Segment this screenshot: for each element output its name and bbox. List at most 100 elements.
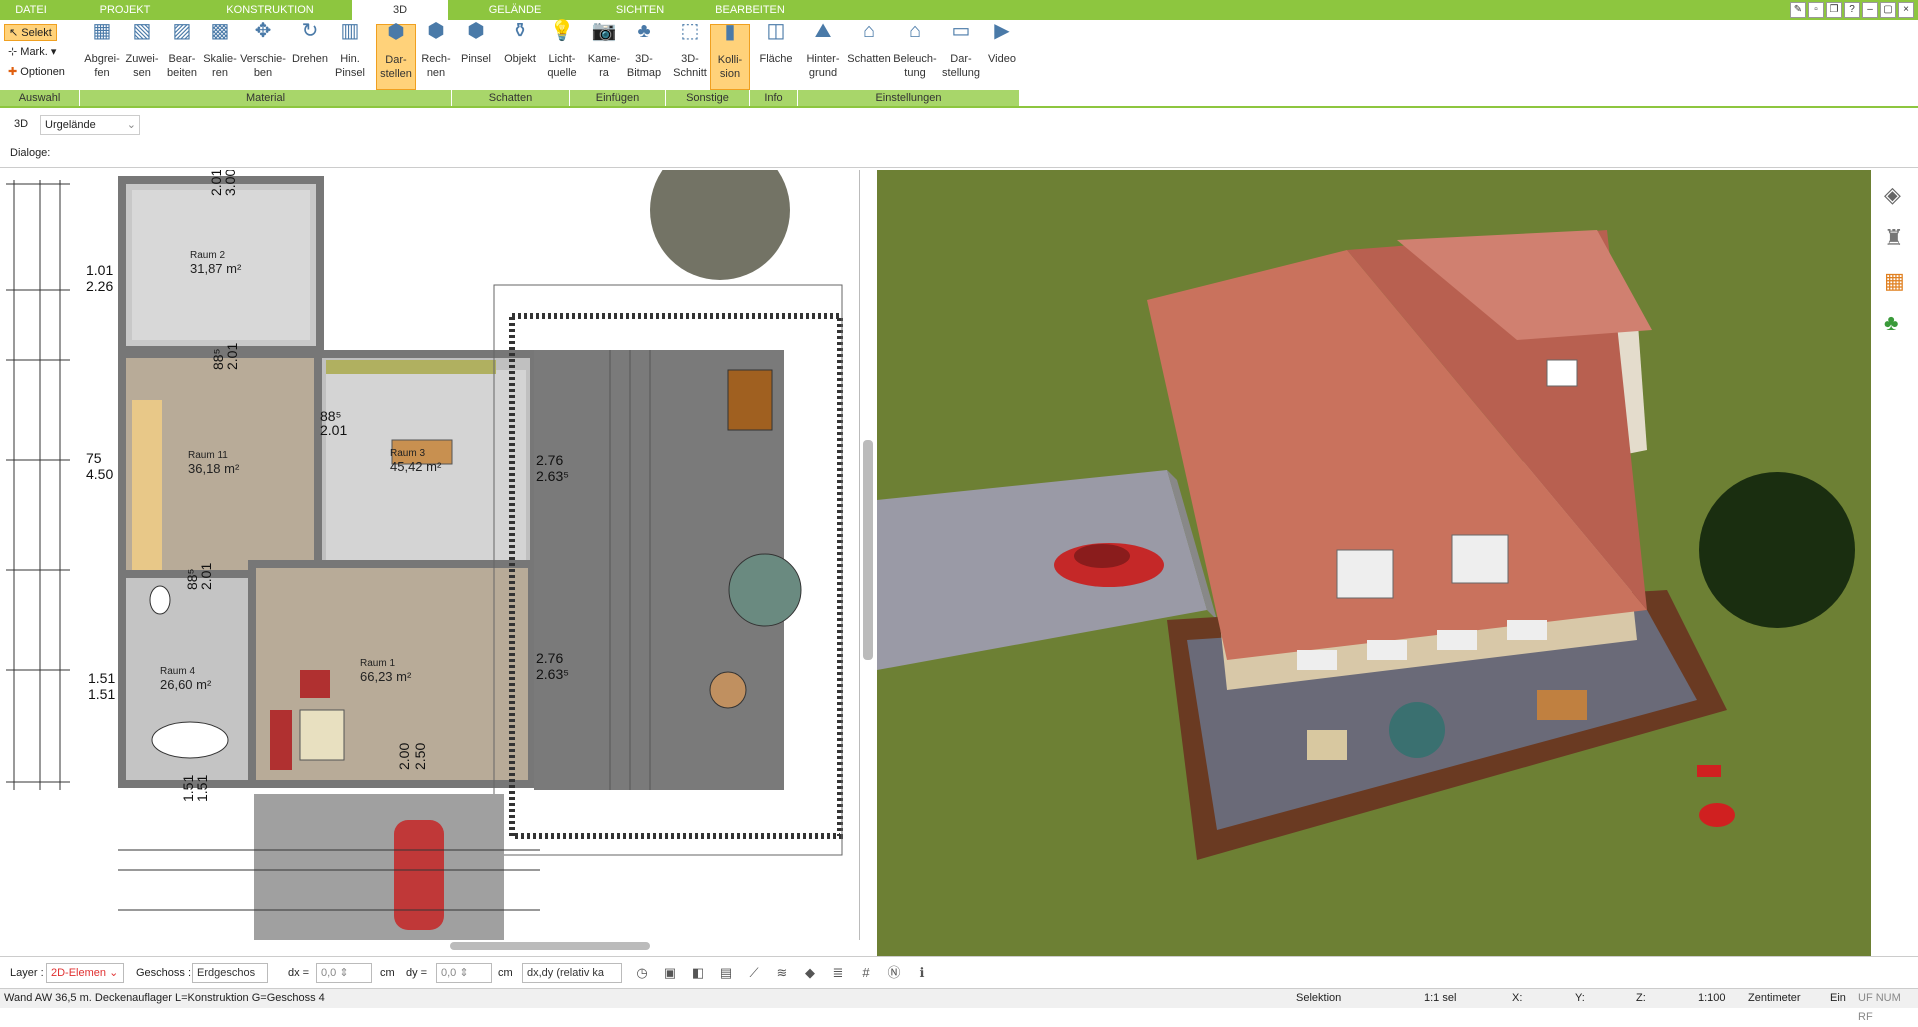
layer-label: Layer : xyxy=(10,967,44,979)
dimension-label: 2.01 xyxy=(198,562,214,590)
view-3d[interactable] xyxy=(877,170,1871,956)
kamera-label: ra xyxy=(599,67,609,79)
info-icon[interactable]: ℹ xyxy=(912,963,932,983)
drehen-button[interactable]: ↻ Drehen xyxy=(290,21,330,90)
group-einstellungen: Einstellungen xyxy=(798,90,1020,106)
selekt-label: Selekt xyxy=(21,27,52,39)
hatch-icon[interactable]: ≣ xyxy=(828,963,848,983)
status-scale: 1:100 xyxy=(1698,992,1726,1004)
lichtquelle-icon: 💡 xyxy=(549,20,575,42)
skalieren-button[interactable]: ▩ Skalie-ren xyxy=(200,21,240,90)
video-button[interactable]: ▶ Video xyxy=(982,21,1022,90)
help-icon[interactable]: ? xyxy=(1844,2,1860,18)
room-label[interactable]: Raum 11 36,18 m² xyxy=(188,450,239,476)
tab-projekt[interactable]: PROJEKT xyxy=(70,0,180,20)
dy-label: dy = xyxy=(406,967,428,979)
layer-select[interactable]: 2D-Elemen ⌄ xyxy=(46,963,124,983)
maximize-button[interactable]: ▢ xyxy=(1880,2,1896,18)
darstellung-label: Dar- xyxy=(950,53,972,65)
ribbon: ↖ Selekt ⊹ Mark. ▾ ✚ Optionen ▦ Abgrei-fe… xyxy=(0,20,1918,108)
flaeche-button[interactable]: ◫ Fläche xyxy=(756,21,796,90)
objekt-button[interactable]: ⚱ Objekt xyxy=(500,21,540,90)
plan-horizontal-scrollbar[interactable] xyxy=(450,942,650,950)
group-sonstige: Sonstige xyxy=(666,90,750,106)
layers-tool-icon[interactable]: ◧ xyxy=(688,963,708,983)
abgreifen-button[interactable]: ▦ Abgrei-fen xyxy=(82,21,122,90)
dimension-label: 2.76 xyxy=(536,452,564,468)
optionen-label: Optionen xyxy=(20,66,65,78)
wave-icon[interactable]: ≋ xyxy=(772,963,792,983)
tab-sichten[interactable]: SICHTEN xyxy=(590,0,690,20)
beleuchtung-button[interactable]: ⌂ Beleuch-tung xyxy=(892,21,938,90)
verschieben-label: Verschie- xyxy=(240,53,286,65)
scroll-thumb[interactable] xyxy=(863,440,873,660)
north-icon[interactable]: Ⓝ xyxy=(884,963,904,983)
plan-vertical-scrollbar[interactable] xyxy=(860,170,877,940)
dy-input[interactable]: 0,0 ⇕ xyxy=(436,963,492,983)
restore-icon[interactable]: ❐ xyxy=(1826,2,1842,18)
room-label[interactable]: Raum 1 66,23 m² xyxy=(360,658,411,684)
bearbeiten-label: beiten xyxy=(167,67,197,79)
3d-bitmap-label: Bitmap xyxy=(626,67,662,79)
room-label[interactable]: Raum 3 45,42 m² xyxy=(390,448,441,474)
minimize-button[interactable]: – xyxy=(1862,2,1878,18)
lichtquelle-button[interactable]: 💡 Licht-quelle xyxy=(542,20,582,90)
tab-3d[interactable]: 3D xyxy=(352,0,448,20)
hin-pinsel-button[interactable]: ▥ Hin. Pinsel xyxy=(330,21,370,90)
dimension-label: 2.50 xyxy=(412,742,428,770)
chair-icon[interactable]: ♜ xyxy=(1884,225,1904,251)
kollision-button[interactable]: ▮ Kolli-sion xyxy=(710,22,750,90)
optionen-button[interactable]: ✚ Optionen xyxy=(4,64,69,81)
floor-plan-2d[interactable]: Raum 2 31,87 m² Raum 11 36,18 m² Raum 3 45,42… xyxy=(0,170,860,940)
lichtquelle-label: quelle xyxy=(547,67,577,79)
tab-konstruktion[interactable]: KONSTRUKTION xyxy=(200,0,340,20)
line-icon[interactable]: ⟋ xyxy=(744,963,764,983)
dx-input[interactable]: 0,0 ⇕ xyxy=(316,963,372,983)
tab-gelaende[interactable]: GELÄNDE xyxy=(460,0,570,20)
3d-schnitt-button[interactable]: ⬚ 3D- Schnitt xyxy=(670,21,710,90)
geschoss-label: Geschoss : xyxy=(136,967,192,979)
zuweisen-button[interactable]: ▧ Zuwei-sen xyxy=(122,21,162,90)
pinsel-button[interactable]: ⬢ Pinsel xyxy=(456,21,496,90)
room-area: 31,87 m² xyxy=(190,261,242,276)
tree-icon[interactable]: ♣ xyxy=(1884,310,1898,336)
rechnen-button[interactable]: ⬢ Rech-nen xyxy=(416,21,456,90)
room-area: 66,23 m² xyxy=(360,669,412,684)
tools-icon[interactable]: ✎ xyxy=(1790,2,1806,18)
screen-icon[interactable]: ▣ xyxy=(660,963,680,983)
schatten-button[interactable]: ⌂ Schatten xyxy=(846,21,892,90)
diamond-icon[interactable]: ◆ xyxy=(800,963,820,983)
mark-label: Mark. xyxy=(20,46,48,58)
room-label[interactable]: Raum 2 31,87 m² xyxy=(190,250,241,276)
selekt-button[interactable]: ↖ Selekt xyxy=(4,24,57,41)
material-icon[interactable]: ▦ xyxy=(1884,268,1905,294)
coord-mode-select[interactable]: dx,dy (relativ ka xyxy=(522,963,622,983)
darstellung-button[interactable]: ▭ Dar-stellung xyxy=(938,21,984,90)
abgreifen-label: Abgrei- xyxy=(84,53,120,65)
darstellen-label: Dar- xyxy=(385,54,407,66)
darstellen-button[interactable]: ⬢ Dar-stellen xyxy=(376,22,416,90)
layers-icon[interactable]: ◈ xyxy=(1884,182,1901,208)
bearbeiten-button[interactable]: ▨ Bear-beiten xyxy=(162,21,202,90)
room-label[interactable]: Raum 4 26,60 m² xyxy=(160,666,211,692)
tab-datei[interactable]: DATEI xyxy=(0,0,62,20)
3d-schnitt-label: 3D- xyxy=(681,53,699,65)
close-button[interactable]: × xyxy=(1898,2,1914,18)
tab-bearbeiten[interactable]: BEARBEITEN xyxy=(700,0,800,20)
hintergrund-icon: ⛰ xyxy=(814,20,832,42)
3d-bitmap-button[interactable]: ♣ 3D- Bitmap xyxy=(624,21,664,90)
window-icon[interactable]: ▫ xyxy=(1808,2,1824,18)
kamera-icon: 📷 xyxy=(591,20,617,42)
paint-icon[interactable]: ▤ xyxy=(716,963,736,983)
terrain-select[interactable]: Urgelände ⌄ xyxy=(40,115,140,135)
hintergrund-button[interactable]: ⛰ Hinter-grund xyxy=(800,20,846,90)
mark-button[interactable]: ⊹ Mark. ▾ xyxy=(4,44,60,61)
verschieben-button[interactable]: ✥ Verschie-ben xyxy=(240,21,286,90)
clock-icon[interactable]: ◷ xyxy=(632,963,652,983)
dialog-bar: Dialoge: xyxy=(0,140,1918,168)
schatten-label: Schatten xyxy=(847,53,891,65)
grid-icon[interactable]: # xyxy=(856,963,876,983)
kamera-button[interactable]: 📷 Kame-ra xyxy=(584,20,624,90)
rechnen-label: nen xyxy=(426,67,446,79)
geschoss-select[interactable]: Erdgeschos ⌄ xyxy=(192,963,268,997)
